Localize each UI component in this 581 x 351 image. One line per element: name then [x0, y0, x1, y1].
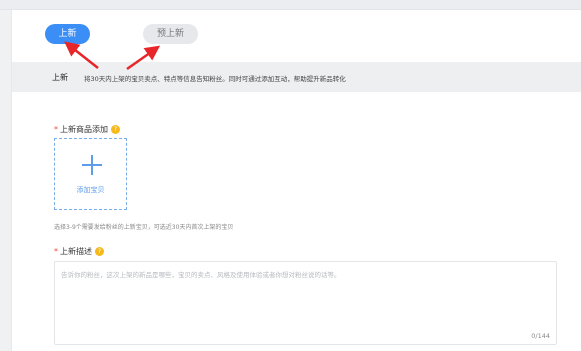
- help-icon[interactable]: ?: [95, 247, 104, 256]
- top-bar: [0, 0, 581, 10]
- help-icon[interactable]: ?: [111, 125, 120, 134]
- tab-new-launch[interactable]: 上新: [45, 24, 90, 44]
- info-description: 将30天内上架的宝贝卖点、特点等信息告知粉丝。同时可通过添加互动，帮助提升新品转…: [84, 75, 346, 83]
- required-mark: *: [54, 125, 58, 134]
- description-textarea[interactable]: 告诉你的粉丝，这次上架的新品是哪些，宝贝的卖点、风格及使用体验或者你想对粉丝说的…: [54, 261, 557, 345]
- tab-pre-launch[interactable]: 预上新: [143, 24, 198, 44]
- plus-icon: [82, 155, 102, 175]
- product-section-label: 上新商品添加: [60, 125, 108, 134]
- product-hint: 选择3-9个需要发给粉丝的上新宝贝，可选近30天内首次上架的宝贝: [54, 224, 234, 231]
- description-section-label: 上新描述: [60, 247, 92, 256]
- char-counter: 0/144: [531, 332, 550, 340]
- info-label: 上新: [52, 73, 68, 82]
- info-banner: 上新 将30天内上架的宝贝卖点、特点等信息告知粉丝。同时可通过添加互动，帮助提升…: [12, 62, 581, 92]
- add-product-label: 添加宝贝: [76, 186, 105, 194]
- tab-bar: 上新 预上新: [12, 10, 581, 54]
- description-placeholder: 告诉你的粉丝，这次上架的新品是哪些，宝贝的卖点、风格及使用体验或者你想对粉丝说的…: [61, 271, 341, 279]
- content-panel: 上新 预上新 上新 将30天内上架的宝贝卖点、特点等信息告知粉丝。同时可通过添加…: [11, 10, 581, 351]
- product-section-title: * 上新商品添加?: [54, 124, 120, 135]
- required-mark: *: [54, 247, 58, 256]
- add-product-button[interactable]: 添加宝贝: [54, 138, 127, 210]
- description-section-title: * 上新描述?: [54, 246, 104, 257]
